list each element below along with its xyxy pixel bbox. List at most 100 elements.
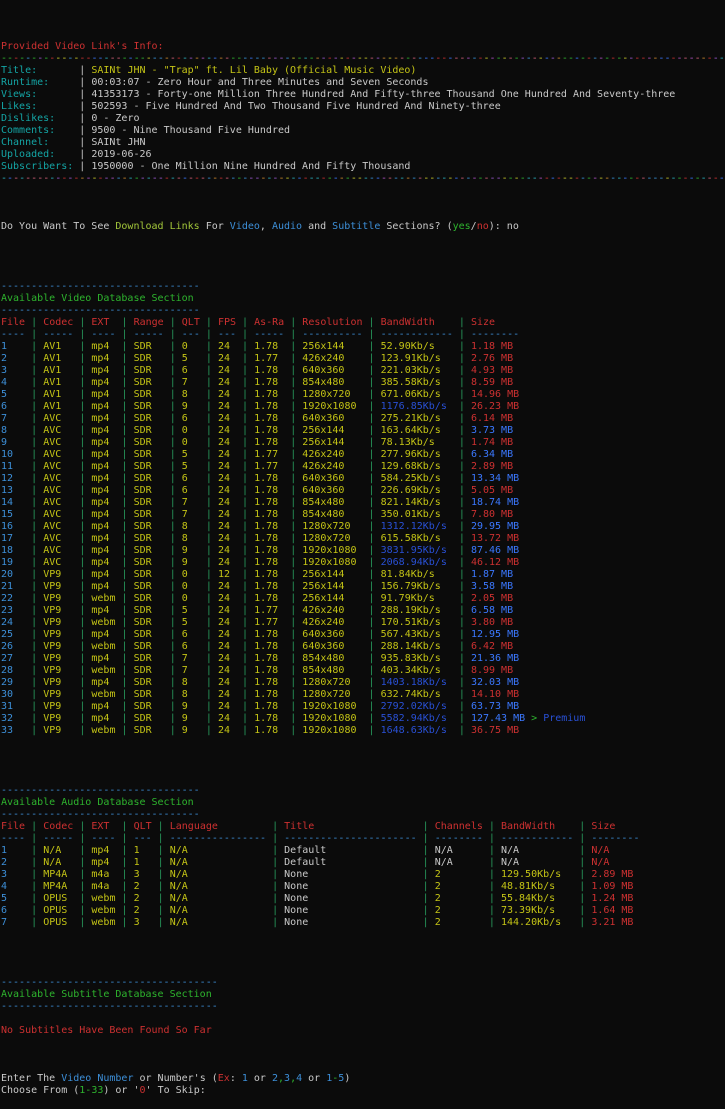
bandwidth-cell: 1648.63Kb/s xyxy=(380,725,453,736)
prompt-text: Enter The xyxy=(1,1073,62,1084)
table-cell: 1.78 xyxy=(254,377,285,388)
size-cell: 8.99 MB xyxy=(470,665,514,676)
audio-table-header-row: File | Codec | EXT | QLT | Language | Ti… xyxy=(1,821,725,833)
file-number: 6 xyxy=(1,401,26,412)
prompt-text: , xyxy=(259,221,272,232)
video-table-row: 21 | VP9 | mp4 | SDR | 0 | 24 | 1.78 | 2… xyxy=(1,581,725,593)
language-cell: N/A xyxy=(169,869,267,880)
table-cell: AV1 xyxy=(43,401,74,412)
table-cell: 24 xyxy=(217,605,236,616)
size-cell: 46.12 MB xyxy=(470,557,520,568)
title-cell: None xyxy=(284,917,417,928)
prompt-text: Ex xyxy=(217,1073,230,1084)
table-cell: SDR xyxy=(133,689,164,700)
table-cell: mp4 xyxy=(91,389,116,400)
file-number: 17 xyxy=(1,533,26,544)
info-value: 0 - Zero xyxy=(91,113,140,124)
underline-dashes: ----- xyxy=(43,833,74,844)
bandwidth-cell: N/A xyxy=(500,857,574,868)
table-cell: SDR xyxy=(133,377,164,388)
table-cell: mp4 xyxy=(91,341,116,352)
bandwidth-cell: 48.81Kb/s xyxy=(500,881,574,892)
table-cell: SDR xyxy=(133,389,164,400)
table-cell: SDR xyxy=(133,533,164,544)
file-number: 30 xyxy=(1,689,26,700)
table-cell: SDR xyxy=(133,593,164,604)
file-number: 7 xyxy=(1,917,26,928)
table-cell: mp4 xyxy=(91,449,116,460)
resolution-cell: 640x360 xyxy=(302,413,363,424)
channels-cell: 2 xyxy=(434,893,483,904)
audio-database-section: --------------------------------- Availab… xyxy=(1,785,725,953)
table-cell: 1 xyxy=(133,845,152,856)
size-cell: 3.21 MB xyxy=(591,917,634,928)
table-cell: OPUS xyxy=(43,917,74,928)
size-cell: 4.93 MB xyxy=(470,365,514,376)
table-cell: SDR xyxy=(133,401,164,412)
size-cell: 1.74 MB xyxy=(470,437,514,448)
column-header: File xyxy=(1,317,26,328)
bandwidth-cell: 123.91Kb/s xyxy=(380,353,453,364)
underline-dashes: -------- xyxy=(470,329,520,340)
language-cell: N/A xyxy=(169,845,267,856)
video-table-row: 30 | VP9 | webm | SDR | 8 | 24 | 1.78 | … xyxy=(1,689,725,701)
video-table-row: 31 | VP9 | mp4 | SDR | 9 | 24 | 1.78 | 1… xyxy=(1,701,725,713)
table-cell: 1.78 xyxy=(254,497,285,508)
table-cell: mp4 xyxy=(91,401,116,412)
table-cell: 24 xyxy=(217,497,236,508)
table-cell: 8 xyxy=(181,389,200,400)
underline-dashes: --- xyxy=(181,329,200,340)
info-row: Dislikes: | 0 - Zero xyxy=(1,113,725,125)
table-cell: 24 xyxy=(217,353,236,364)
size-cell: N/A xyxy=(591,857,610,868)
column-header: Codec xyxy=(43,821,74,832)
resolution-cell: 640x360 xyxy=(302,365,363,376)
underline-dashes: -------- xyxy=(591,833,640,844)
size-cell: 1.64 MB xyxy=(591,905,634,916)
resolution-cell: 640x360 xyxy=(302,473,363,484)
table-cell: 1.78 xyxy=(254,689,285,700)
video-table-row: 19 | AVC | mp4 | SDR | 9 | 24 | 1.78 | 1… xyxy=(1,557,725,569)
bandwidth-cell: 52.90Kb/s xyxy=(380,341,453,352)
video-table-row: 13 | AVC | mp4 | SDR | 6 | 24 | 1.78 | 6… xyxy=(1,485,725,497)
bandwidth-cell: 170.51Kb/s xyxy=(380,617,453,628)
title-cell: Default xyxy=(284,845,417,856)
bandwidth-cell: 73.39Kb/s xyxy=(500,905,574,916)
size-cell: 3.80 MB xyxy=(470,617,514,628)
table-cell: mp4 xyxy=(91,677,116,688)
table-cell: AVC xyxy=(43,509,74,520)
table-cell: webm xyxy=(91,665,116,676)
video-table-row: 11 | AVC | mp4 | SDR | 5 | 24 | 1.77 | 4… xyxy=(1,461,725,473)
download-links-question: Do You Want To See Download Links For Vi… xyxy=(1,221,725,233)
info-value: SAINt JHN - "Trap" ft. Lil Baby (Officia… xyxy=(91,65,417,76)
file-number: 22 xyxy=(1,593,26,604)
premium-tag: > xyxy=(525,713,544,724)
underline-dashes: ----- xyxy=(254,329,285,340)
resolution-cell: 1920x1080 xyxy=(302,701,363,712)
table-cell: 5 xyxy=(181,461,200,472)
table-cell: 6 xyxy=(181,629,200,640)
underline-dashes: ---------------------- xyxy=(284,833,417,844)
table-cell: 6 xyxy=(181,473,200,484)
size-cell: 29.95 MB xyxy=(470,521,520,532)
table-cell: N/A xyxy=(43,857,74,868)
table-cell: 1.78 xyxy=(254,653,285,664)
prompt-text: Audio xyxy=(271,221,303,232)
table-cell: 1.77 xyxy=(254,449,285,460)
table-cell: 24 xyxy=(217,413,236,424)
table-cell: SDR xyxy=(133,545,164,556)
table-cell: 1.78 xyxy=(254,545,285,556)
table-cell: 9 xyxy=(181,545,200,556)
table-cell: SDR xyxy=(133,725,164,736)
table-cell: m4a xyxy=(91,881,116,892)
prompt-text: Video xyxy=(229,221,260,232)
table-cell: 8 xyxy=(181,689,200,700)
file-number: 14 xyxy=(1,497,26,508)
section-separator: --------------------------------- xyxy=(1,281,725,293)
table-cell: mp4 xyxy=(91,653,116,664)
video-table-row: 25 | VP9 | mp4 | SDR | 6 | 24 | 1.78 | 6… xyxy=(1,629,725,641)
video-table-row: 32 | VP9 | mp4 | SDR | 9 | 24 | 1.78 | 1… xyxy=(1,713,725,725)
info-value: SAINt JHN xyxy=(91,137,146,148)
